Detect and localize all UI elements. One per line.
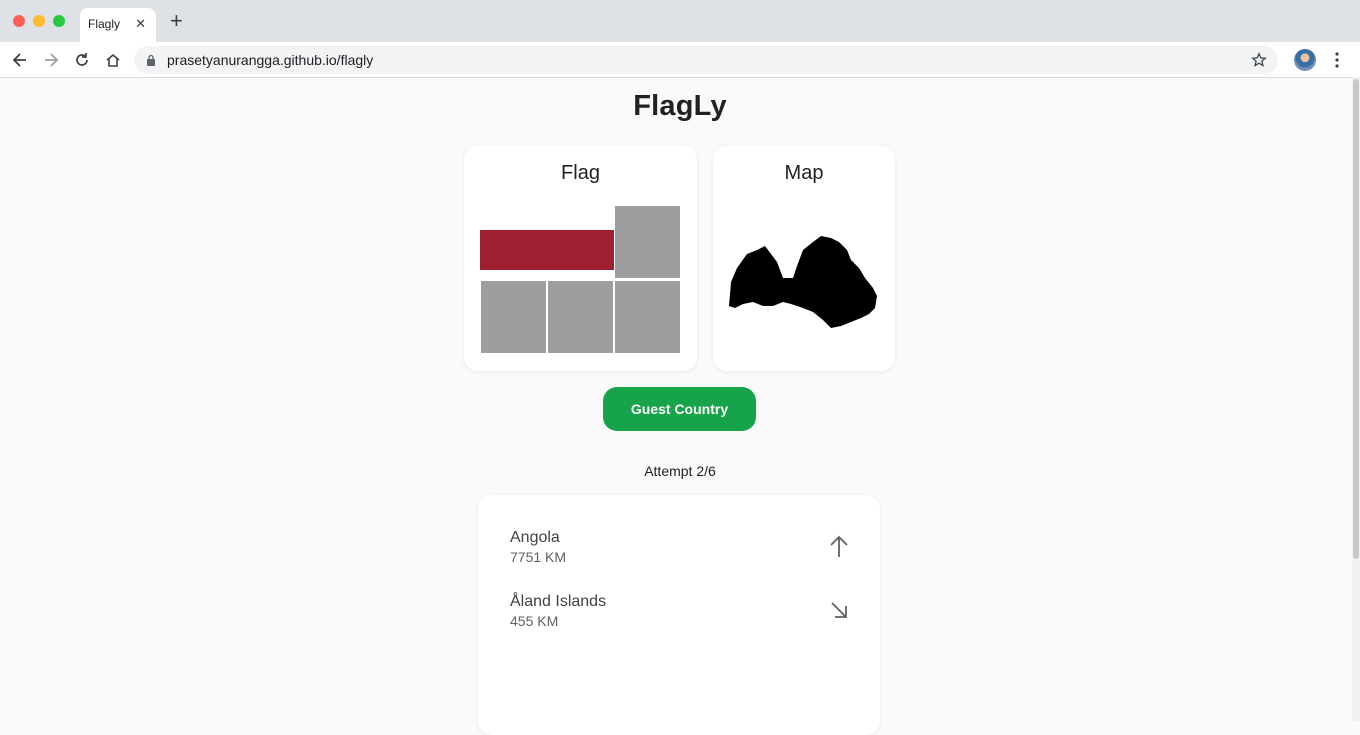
guess-distance: 455 KM <box>510 613 559 629</box>
tab-title: Flagly <box>88 17 121 31</box>
browser-tab[interactable]: Flagly ✕ <box>80 8 156 42</box>
flag-puzzle <box>480 206 681 354</box>
url-text: prasetyanurangga.github.io/flagly <box>167 52 374 68</box>
close-window-button[interactable] <box>13 15 25 27</box>
address-bar[interactable]: prasetyanurangga.github.io/flagly <box>134 46 1278 74</box>
flag-tile[interactable] <box>548 281 613 353</box>
home-icon[interactable] <box>103 50 123 70</box>
profile-avatar[interactable] <box>1294 49 1316 71</box>
page-title: FlagLy <box>633 90 727 122</box>
forward-icon[interactable] <box>41 50 61 70</box>
arrow-up-icon <box>830 535 848 557</box>
lock-icon <box>147 54 155 66</box>
guess-country: Åland Islands <box>510 593 607 610</box>
reload-icon[interactable] <box>72 50 92 70</box>
map-card: Map <box>713 146 895 371</box>
arrow-down-right-icon <box>831 602 847 618</box>
minimize-window-button[interactable] <box>33 15 45 27</box>
guess-country: Angola <box>510 529 560 546</box>
browser-tab-bar: Flagly ✕ + <box>0 0 1360 42</box>
flag-card-title: Flag <box>561 162 600 184</box>
flag-tile[interactable] <box>615 206 680 278</box>
guess-country-button[interactable]: Guest Country <box>603 387 756 431</box>
attempt-counter: Attempt 2/6 <box>644 463 716 479</box>
new-tab-button[interactable]: + <box>170 10 183 32</box>
map-card-title: Map <box>784 162 824 184</box>
close-tab-icon[interactable]: ✕ <box>135 16 146 32</box>
country-silhouette <box>729 236 877 328</box>
flag-tile[interactable] <box>481 281 546 353</box>
browser-toolbar: prasetyanurangga.github.io/flagly <box>0 42 1360 78</box>
guess-distance: 7751 KM <box>510 549 567 565</box>
guess-list: Angola 7751 KM Åland Islands 455 KM <box>478 495 880 735</box>
scrollbar-thumb[interactable] <box>1353 79 1359 559</box>
flag-tile[interactable] <box>615 281 680 353</box>
maximize-window-button[interactable] <box>53 15 65 27</box>
guess-row: Angola 7751 KM <box>510 529 850 569</box>
browser-menu-icon[interactable] <box>1330 50 1344 70</box>
guess-row: Åland Islands 455 KM <box>510 593 850 633</box>
back-icon[interactable] <box>10 50 30 70</box>
bookmark-star-icon[interactable] <box>1250 51 1268 69</box>
flag-revealed-stripe <box>480 230 614 270</box>
flag-card: Flag <box>464 146 697 371</box>
